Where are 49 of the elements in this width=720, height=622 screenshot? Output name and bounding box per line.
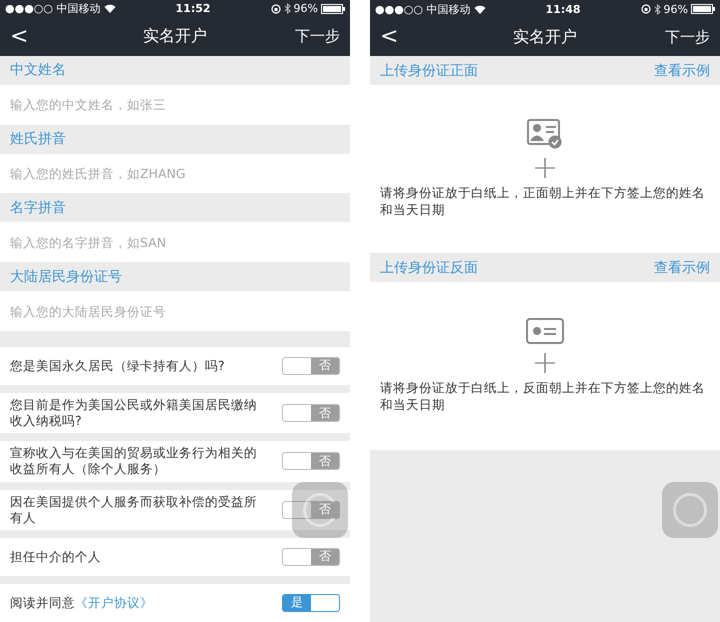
back-button[interactable]: < [10, 26, 70, 48]
agreement-text: 阅读并同意《开户协议》 [10, 594, 154, 612]
id-card-icon [526, 318, 564, 344]
carrier-label: ●●●○○ 中国移动 [5, 1, 100, 16]
section-title: 上传身份证正面 [380, 62, 478, 80]
clock-time: 11:52 [176, 2, 211, 16]
lock-rotation-icon [640, 4, 651, 14]
assistive-touch-button[interactable] [662, 482, 718, 538]
wifi-icon [104, 4, 116, 14]
bluetooth-icon [654, 4, 661, 14]
add-photo-button[interactable]: + [532, 151, 558, 184]
field-label: 大陆居民身份证号 [10, 268, 122, 286]
back-button[interactable]: < [380, 26, 440, 48]
instruction-text: 请将身份证放于白纸上，反面朝上并在下方签上您的姓名和当天日期 [379, 380, 706, 414]
toggle-switch[interactable]: 否 [282, 404, 340, 422]
id-card-check-icon [527, 119, 563, 150]
field-label: 名字拼音 [10, 198, 66, 217]
battery-percent: 96% [664, 2, 688, 16]
question-text: 您目前是作为美国公民或外籍美国居民缴纳收入纳税吗? [10, 396, 258, 430]
assistive-touch-button[interactable] [292, 482, 348, 538]
agreement-link[interactable]: 《开户协议》 [75, 594, 153, 610]
toggle-switch[interactable]: 否 [282, 500, 340, 519]
instruction-text: 请将身份证放于白纸上，正面朝上并在下方签上您的姓名和当天日期 [379, 185, 706, 219]
section-title: 上传身份证反面 [380, 258, 478, 276]
bluetooth-icon [284, 3, 291, 14]
screen-title: 实名开户 [512, 26, 578, 48]
toggle-switch[interactable]: 否 [282, 548, 340, 566]
question-text: 您是美国永久居民（绿卡持有人）吗? [10, 358, 226, 374]
screen-title: 实名开户 [142, 26, 208, 48]
next-step-button[interactable]: 下一步 [280, 27, 340, 46]
battery-percent: 96% [294, 2, 318, 16]
clock-time: 11:48 [546, 2, 581, 16]
view-example-link[interactable]: 查看示例 [654, 62, 710, 80]
next-step-button[interactable]: 下一步 [650, 28, 710, 46]
battery-icon [691, 4, 715, 14]
question-text: 担任中介的个人 [10, 548, 102, 566]
add-photo-button[interactable]: + [532, 346, 558, 378]
battery-icon [321, 4, 345, 14]
question-text: 宣称收入与在美国的贸易或业务行为相关的收益所有人（除个人服务） [10, 445, 258, 478]
wifi-icon [474, 4, 486, 14]
question-text: 因在美国提供个人服务而获取补偿的受益所有人 [10, 494, 258, 526]
toggle-switch[interactable]: 否 [282, 452, 340, 470]
toggle-switch[interactable]: 否 [282, 356, 340, 375]
view-example-link[interactable]: 查看示例 [654, 258, 710, 276]
lock-rotation-icon [270, 4, 281, 14]
toggle-switch[interactable]: 是 [282, 594, 340, 612]
carrier-label: ●●●○○ 中国移动 [375, 2, 470, 16]
field-label: 中文姓名 [10, 61, 66, 80]
field-label: 姓氏拼音 [10, 130, 66, 148]
